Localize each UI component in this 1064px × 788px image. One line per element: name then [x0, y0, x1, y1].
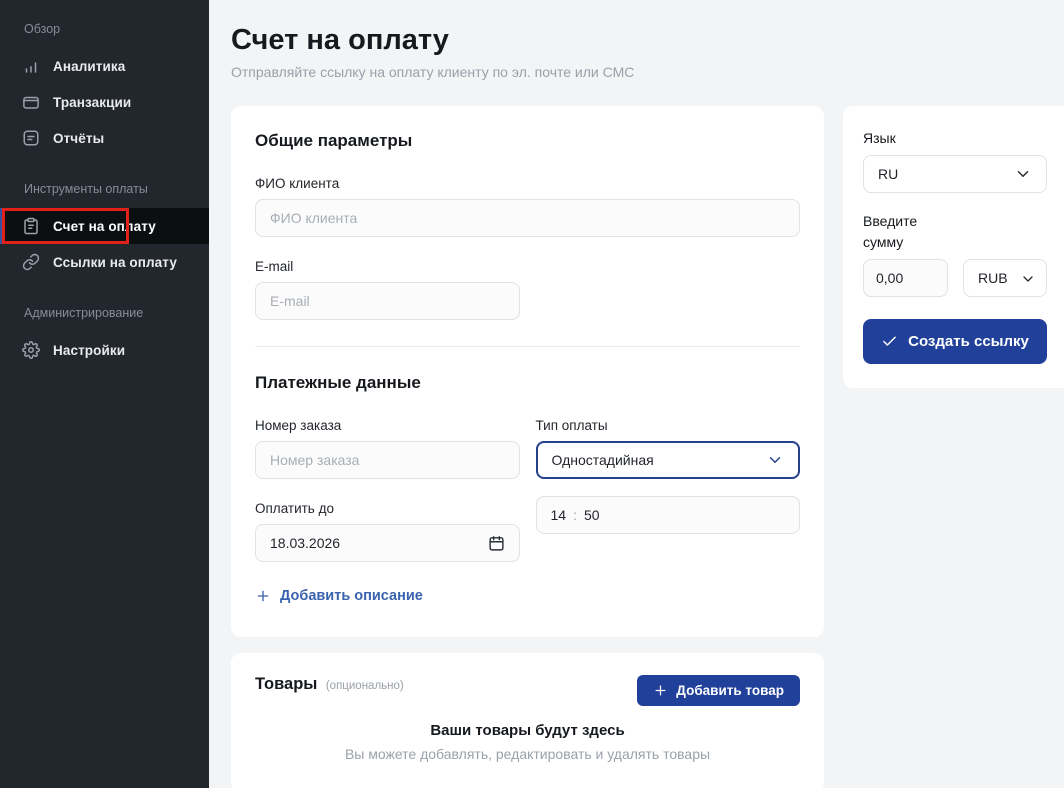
form-column: Общие параметры ФИО клиента E-mail Плате…: [231, 106, 824, 788]
products-optional-note: (опционально): [326, 680, 404, 692]
calendar-icon[interactable]: [488, 535, 505, 552]
sidebar: Обзор Аналитика Транзакции Отчёты Инстру…: [0, 0, 209, 788]
amount-input[interactable]: [863, 259, 948, 297]
add-product-label: Добавить товар: [676, 683, 784, 698]
bar-chart-icon: [22, 57, 40, 75]
page-title: Счет на оплату: [231, 24, 1064, 57]
sidebar-item-label: Отчёты: [53, 131, 104, 146]
section-divider: [255, 346, 800, 347]
active-accent-bar: [0, 208, 4, 244]
payment-type-value: Одностадийная: [552, 452, 654, 468]
fio-label: ФИО клиента: [255, 176, 800, 191]
payment-type-select[interactable]: Одностадийная: [536, 441, 801, 479]
create-link-label: Создать ссылку: [908, 333, 1029, 350]
due-date-value: 18.03.2026: [270, 535, 488, 551]
amount-label: Введите сумму: [863, 211, 935, 253]
payment-type-label: Тип оплаты: [536, 418, 801, 433]
gear-icon: [22, 341, 40, 359]
plus-icon: [255, 588, 271, 604]
due-date-input[interactable]: 18.03.2026: [255, 524, 520, 562]
sidebar-item-settings[interactable]: Настройки: [0, 332, 209, 368]
sidebar-item-label: Ссылки на оплату: [53, 255, 177, 270]
products-empty-subtitle: Вы можете добавлять, редактировать и уда…: [255, 746, 800, 762]
sidebar-item-label: Настройки: [53, 343, 125, 358]
fio-input[interactable]: [255, 199, 800, 237]
add-description-label: Добавить описание: [280, 588, 423, 604]
plus-icon: [653, 683, 668, 698]
report-icon: [22, 129, 40, 147]
summary-column: Язык RU Введите сумму RUB: [843, 106, 1064, 388]
content-row: Общие параметры ФИО клиента E-mail Плате…: [231, 106, 1064, 788]
main-content: Счет на оплату Отправляйте ссылку на опл…: [209, 0, 1064, 788]
language-value: RU: [878, 166, 898, 182]
currency-value: RUB: [978, 270, 1008, 286]
due-time-separator: :: [566, 507, 584, 523]
sidebar-section-payment-tools: Инструменты оплаты: [0, 180, 209, 198]
invoice-form-card: Общие параметры ФИО клиента E-mail Плате…: [231, 106, 824, 637]
sidebar-item-analytics[interactable]: Аналитика: [0, 48, 209, 84]
app-window: Обзор Аналитика Транзакции Отчёты Инстру…: [0, 0, 1064, 788]
payment-data-heading: Платежные данные: [255, 373, 800, 393]
order-number-input[interactable]: [255, 441, 520, 479]
chevron-down-icon: [1020, 270, 1036, 286]
products-empty-title: Ваши товары будут здесь: [255, 722, 800, 739]
sidebar-item-label: Счет на оплату: [53, 219, 156, 234]
add-description-link[interactable]: Добавить описание: [255, 588, 423, 604]
create-link-panel: Язык RU Введите сумму RUB: [843, 106, 1064, 388]
due-date-label: Оплатить до: [255, 501, 520, 516]
language-label: Язык: [863, 130, 1064, 146]
invoice-icon: [22, 217, 40, 235]
products-heading-wrap: Товары (опционально): [255, 675, 404, 694]
chevron-down-icon: [1014, 165, 1032, 183]
link-icon: [22, 253, 40, 271]
due-time-hours: 14: [551, 507, 567, 523]
sidebar-item-label: Транзакции: [53, 95, 131, 110]
email-input[interactable]: [255, 282, 520, 320]
products-heading: Товары: [255, 675, 317, 693]
sidebar-item-label: Аналитика: [53, 59, 125, 74]
products-empty-state: Ваши товары будут здесь Вы можете добавл…: [255, 722, 800, 762]
due-time-minutes: 50: [584, 507, 600, 523]
create-link-button[interactable]: Создать ссылку: [863, 319, 1047, 364]
general-params-heading: Общие параметры: [255, 131, 800, 151]
sidebar-item-payment-links[interactable]: Ссылки на оплату: [0, 244, 209, 280]
add-product-button[interactable]: Добавить товар: [637, 675, 800, 706]
due-time-input[interactable]: 14 : 50: [536, 496, 801, 534]
sidebar-item-reports[interactable]: Отчёты: [0, 120, 209, 156]
sidebar-item-invoice[interactable]: Счет на оплату: [0, 208, 209, 244]
page-subtitle: Отправляйте ссылку на оплату клиенту по …: [231, 64, 1064, 80]
products-card: Товары (опционально) Добавить товар Ваши…: [231, 653, 824, 788]
chevron-down-icon: [766, 451, 784, 469]
check-icon: [881, 333, 898, 350]
currency-select[interactable]: RUB: [963, 259, 1047, 297]
order-number-label: Номер заказа: [255, 418, 520, 433]
language-select[interactable]: RU: [863, 155, 1047, 193]
wallet-icon: [22, 93, 40, 111]
sidebar-section-overview: Обзор: [0, 20, 209, 38]
sidebar-section-administration: Администрирование: [0, 304, 209, 322]
email-label: E-mail: [255, 259, 800, 274]
sidebar-item-transactions[interactable]: Транзакции: [0, 84, 209, 120]
